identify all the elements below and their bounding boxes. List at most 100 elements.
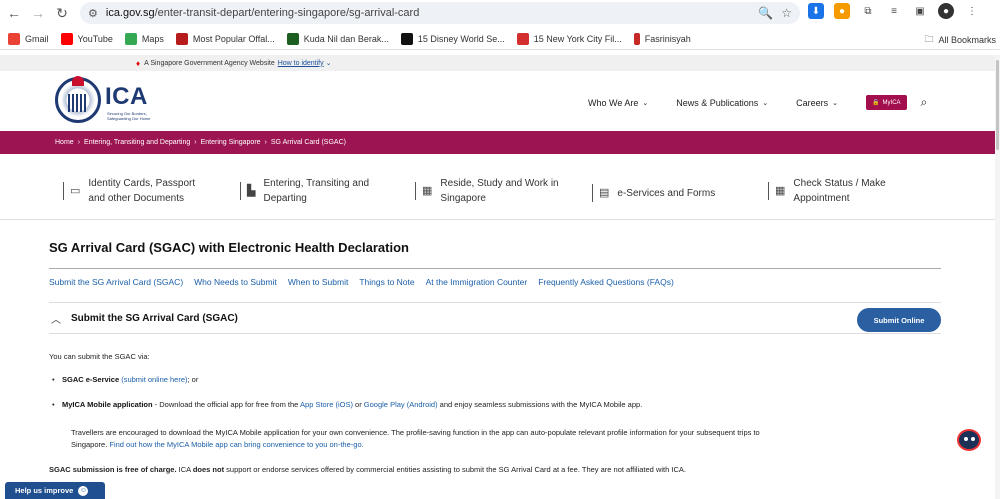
chevron-right-icon: › [264,139,267,146]
myica-convenience-link[interactable]: Find out how the MyICA Mobile app can br… [109,440,363,449]
ica-logo[interactable]: ICA Securing Our Borders, Safeguarding O… [55,76,155,125]
extension-icon[interactable]: ● [834,3,850,19]
scrollbar[interactable] [995,55,1000,499]
profile-avatar-icon[interactable]: ● [938,3,954,19]
nav-careers[interactable]: Careers ⌄ [796,98,838,108]
travellers-paragraph: Travellers are encouraged to download th… [71,428,760,449]
anchor-faqs[interactable]: Frequently Asked Questions (FAQs) [538,277,674,287]
reading-list-icon[interactable]: ≡ [886,3,902,19]
breadcrumb-home[interactable]: Home [55,139,74,146]
folder-icon: 🗀 [924,34,934,44]
category-entering[interactable]: ▙ Entering, Transiting and Departing [240,176,369,206]
document-icon: ▤ [599,186,610,199]
anchor-who-needs[interactable]: Who Needs to Submit [194,277,277,287]
url-text: ica.gov.sg/enter-transit-depart/entering… [105,7,420,19]
chevron-down-icon: ⌄ [832,99,839,107]
chevron-down-icon: ⌄ [642,99,649,107]
bookmarks-bar: Gmail YouTube Maps Most Popular Offal...… [0,28,1000,50]
nav-who-we-are[interactable]: Who We Are ⌄ [588,98,648,108]
logo-tagline: Securing Our Borders, Safeguarding Our H… [107,111,151,121]
bookmark-maps[interactable]: Maps [124,32,164,45]
google-play-link[interactable]: Google Play (Android) [364,400,438,409]
menu-kebab-icon[interactable]: ⋮ [964,3,980,19]
search-icon[interactable]: ⌕ [921,95,928,110]
maps-icon [124,32,137,45]
nav-news[interactable]: News & Publications ⌄ [676,98,768,108]
chevron-down-icon: ⌄ [325,60,332,67]
site-info-icon[interactable]: ⚙ [88,7,98,20]
myica-button[interactable]: 🔒 MyICA [866,95,907,110]
free-of-charge-notice: SGAC submission is free of charge. ICA d… [49,465,686,474]
anchor-things-to-note[interactable]: Things to Note [359,277,414,287]
accordion-title: Submit the SG Arrival Card (SGAC) [71,312,238,324]
browser-toolbar: ← → ↻ ⚙ ica.gov.sg/enter-transit-depart/… [0,0,1000,26]
bookmark-kuda-nil[interactable]: Kuda Nil dan Berak... [286,32,389,45]
accordion-submit-sgac[interactable]: ︿ Submit the SG Arrival Card (SGAC) Subm… [49,302,941,334]
id-card-icon: ▭ [70,184,81,197]
bookmark-favicon-icon [516,32,529,45]
building-icon: ▦ [422,184,433,197]
breadcrumb-entering-transiting[interactable]: Entering, Transiting and Departing [84,139,190,146]
zoom-icon[interactable]: 🔍 [758,6,773,20]
bookmark-favicon-icon [400,32,413,45]
luggage-icon: ▙ [247,184,256,197]
youtube-icon [60,32,73,45]
anchor-when-to-submit[interactable]: When to Submit [288,277,348,287]
bookmark-favicon-icon [175,32,188,45]
chevron-down-icon: ⌄ [762,99,769,107]
bookmark-gmail[interactable]: Gmail [8,32,49,45]
how-to-identify-link[interactable]: How to identify [278,60,324,67]
help-us-improve-button[interactable]: Help us improve ☺ [5,482,105,499]
page-title: SG Arrival Card (SGAC) with Electronic H… [49,240,409,255]
submit-online-button[interactable]: Submit Online [857,308,941,332]
site-header: ICA Securing Our Borders, Safeguarding O… [0,71,1000,131]
bookmark-nyc[interactable]: 15 New York City Fil... [516,32,622,45]
list-item: MyICA Mobile application - Download the … [52,400,642,409]
gov-banner-text: A Singapore Government Agency Website [144,59,275,67]
bookmark-fasrinisyah[interactable]: Fasrinisyah [633,32,691,45]
address-bar[interactable]: ⚙ ica.gov.sg/enter-transit-depart/enteri… [80,2,800,24]
bookmark-disney[interactable]: 15 Disney World Se... [400,32,505,45]
category-nav: ▭ Identity Cards, Passport and other Docu… [0,154,1000,220]
anchor-links: Submit the SG Arrival Card (SGAC) Who Ne… [49,277,674,287]
intro-text: You can submit the SGAC via: [49,352,150,361]
lock-icon: 🔒 [872,100,880,106]
reload-icon[interactable]: ↻ [52,3,72,23]
anchor-immigration-counter[interactable]: At the Immigration Counter [426,277,528,287]
lion-head-icon: ♦ [136,58,141,68]
side-panel-icon[interactable]: ▣ [912,3,928,19]
category-identity-cards[interactable]: ▭ Identity Cards, Passport and other Docu… [63,176,195,206]
calendar-icon: ▦ [775,184,786,197]
bookmark-favicon-icon [286,32,299,45]
category-eservices[interactable]: ▤ e-Services and Forms [592,184,715,202]
submit-online-here-link[interactable]: (submit online here) [121,375,187,384]
breadcrumb: Home › Entering, Transiting and Departing… [0,131,1000,154]
smiley-icon: ☺ [78,485,89,496]
breadcrumb-entering-singapore[interactable]: Entering Singapore [201,139,261,146]
download-extension-icon[interactable]: ⬇ [808,3,824,19]
gov-banner: ♦ A Singapore Government Agency Website … [0,55,1000,71]
bookmark-favicon-icon [633,32,640,45]
main-nav: Who We Are ⌄ News & Publications ⌄ Careers… [588,95,927,110]
list-item: SGAC e-Service (submit online here); or [52,375,198,384]
bookmark-star-icon[interactable]: ☆ [781,6,792,20]
category-reside[interactable]: ▦ Reside, Study and Work in Singapore [415,176,559,206]
chevron-right-icon: › [194,139,197,146]
chevron-right-icon: › [77,139,81,146]
app-store-link[interactable]: App Store (iOS) [300,400,353,409]
forward-icon[interactable]: → [28,3,48,23]
all-bookmarks-button[interactable]: 🗀 All Bookmarks [924,32,996,48]
logo-word: ICA [105,83,148,110]
chatbot-icon[interactable] [953,425,985,457]
bookmark-youtube[interactable]: YouTube [60,32,113,45]
divider [49,268,941,269]
category-check-status[interactable]: ▦ Check Status / Make Appointment [768,176,886,206]
bookmark-offal[interactable]: Most Popular Offal... [175,32,275,45]
ica-crest-icon [55,76,101,123]
extensions-puzzle-icon[interactable]: ⧉ [860,3,876,19]
back-icon[interactable]: ← [4,3,24,23]
gmail-icon [8,32,20,45]
breadcrumb-current: SG Arrival Card (SGAC) [270,139,346,146]
anchor-submit-sgac[interactable]: Submit the SG Arrival Card (SGAC) [49,277,183,287]
chevron-up-icon[interactable]: ︿ [51,311,61,326]
